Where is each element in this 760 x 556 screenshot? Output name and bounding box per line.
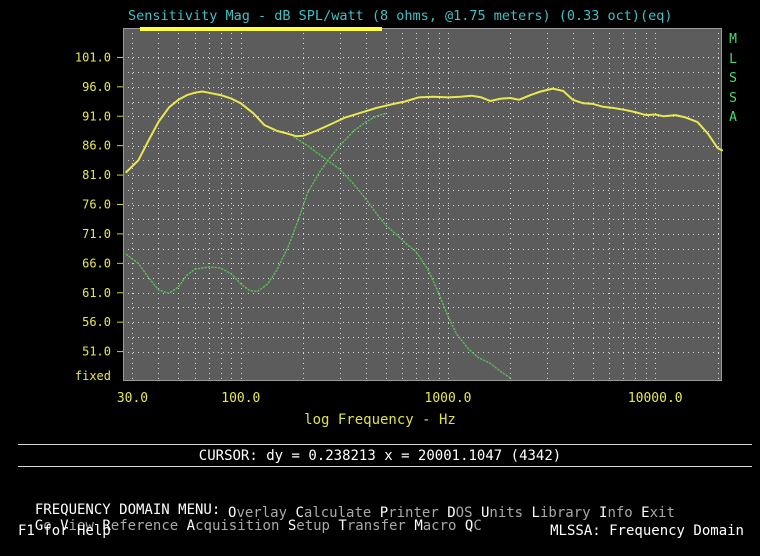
separator-top	[18, 444, 752, 445]
menu-item-library[interactable]: Library	[532, 505, 591, 521]
x-tick-label: 100.0	[221, 391, 260, 406]
menu-item-printer[interactable]: Printer	[380, 505, 439, 521]
side-letter-4: A	[729, 110, 737, 125]
x-tick-label: 30.0	[117, 391, 148, 406]
top-overlay-bar	[140, 27, 382, 31]
y-tick-label: 86.0	[82, 139, 111, 153]
side-letter-3: S	[729, 90, 737, 106]
y-tick-label: 66.0	[82, 256, 111, 270]
y-tick-label: 61.0	[82, 286, 111, 300]
separator-bottom	[18, 466, 752, 467]
y-tick-label: 91.0	[82, 109, 111, 123]
mlssa-side-label: MLSSA	[726, 30, 740, 128]
menu-item-overlay[interactable]: Overlay	[228, 505, 287, 521]
cursor-readout: CURSOR: dy = 0.238213 x = 20001.1047 (43…	[198, 448, 562, 464]
menu-item-calculate[interactable]: Calculate	[295, 505, 371, 521]
menu-item-info[interactable]: Info	[599, 505, 633, 521]
menu-item-dos[interactable]: DOS	[447, 505, 472, 521]
y-tick-label: 101.0	[75, 50, 111, 64]
y-tick-label: 81.0	[82, 168, 111, 182]
help-hint: F1 for Help	[18, 523, 111, 539]
y-tick-label: 76.0	[82, 198, 111, 212]
x-tick-label: 10000.0	[628, 391, 683, 406]
side-letter-1: L	[729, 51, 737, 67]
plot-area	[123, 28, 722, 381]
menu-item-units[interactable]: Units	[481, 505, 523, 521]
y-bottom-label: fixed	[75, 369, 111, 383]
menu-row-2: Overlay Calculate Printer DOS Units Libr…	[228, 505, 675, 521]
y-tick-label: 96.0	[82, 80, 111, 94]
menu-item-reference[interactable]: Reference	[102, 518, 178, 534]
side-letter-0: M	[729, 32, 737, 47]
x-axis-label: log Frequency - Hz	[304, 412, 456, 428]
frequency-response-chart[interactable]: 101.0 96.0 91.0 86.0 81.0 76.0 71.0 66.0 61.0 56.…	[0, 0, 760, 556]
y-tick-label: 71.0	[82, 227, 111, 241]
y-tick-label: 51.0	[82, 345, 111, 359]
menu-label: FREQUENCY DOMAIN MENU:	[34, 502, 221, 518]
menu-item-exit[interactable]: Exit	[641, 505, 675, 521]
x-tick-label: 1000.0	[425, 391, 472, 406]
mode-indicator: MLSSA: Frequency Domain	[550, 523, 744, 539]
y-tick-label: 56.0	[82, 315, 111, 329]
side-letter-2: S	[729, 71, 737, 86]
